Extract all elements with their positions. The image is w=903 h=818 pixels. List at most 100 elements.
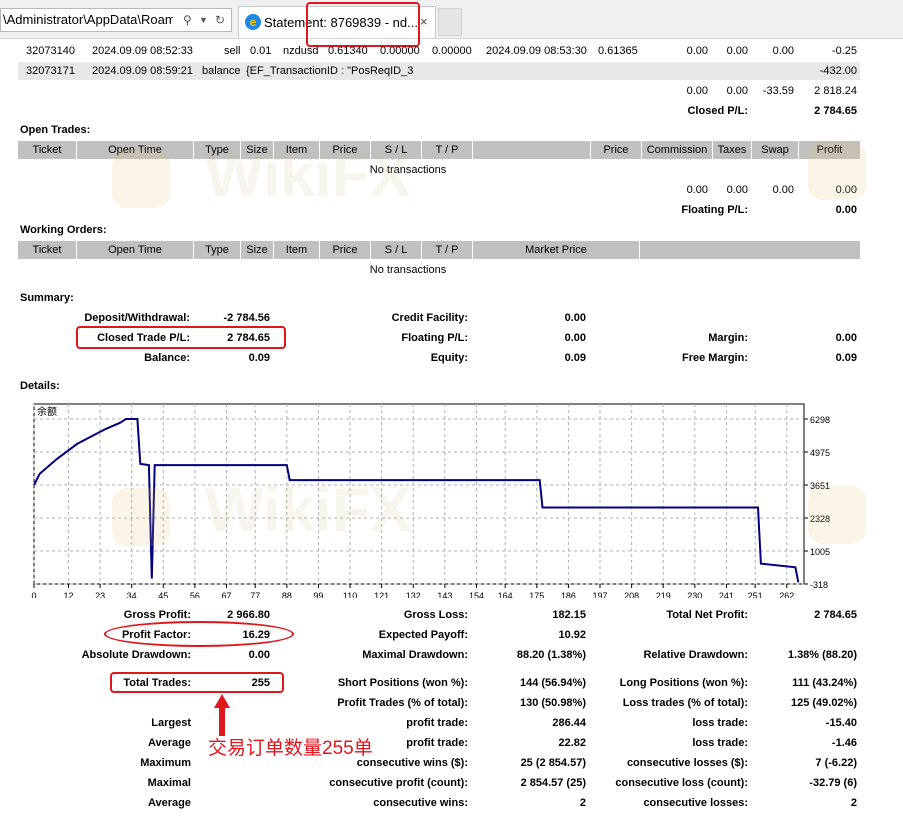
- y-tick-label: 1005: [810, 547, 830, 557]
- stat-value: 125 (49.02%): [790, 697, 857, 709]
- col-open-time: Open Time: [108, 144, 162, 156]
- x-tick-label: 241: [719, 591, 734, 598]
- x-tick-label: 197: [592, 591, 607, 598]
- cell-price: 0.61340: [328, 45, 368, 57]
- col-type: Type: [205, 144, 229, 156]
- stat-value: 182.15: [552, 609, 586, 621]
- stat-label: Maximum: [140, 757, 191, 769]
- x-tick-label: 77: [250, 591, 260, 598]
- dropdown-icon[interactable]: ▼: [199, 9, 208, 31]
- stat-label: Total Net Profit:: [666, 609, 748, 621]
- total-swap: -33.59: [762, 85, 794, 97]
- close-icon[interactable]: ×: [420, 14, 428, 29]
- cell-ticket: 32073140: [26, 45, 75, 57]
- x-tick-label: 0: [31, 591, 36, 598]
- cell-item: nzdusd: [283, 45, 319, 57]
- stats-row: Maximum consecutive wins ($): 25 (2 854.57…: [0, 754, 903, 772]
- refresh-icon[interactable]: ↻: [215, 9, 225, 31]
- x-tick-label: 132: [406, 591, 421, 598]
- summary-title: Summary:: [20, 292, 74, 304]
- arrow-up-icon: [214, 694, 230, 736]
- floating-pl-label: Floating P/L:: [681, 204, 748, 216]
- stat-value: [200, 714, 270, 732]
- stat-value: -1.46: [831, 737, 857, 749]
- free-margin-label: Free Margin:: [681, 352, 748, 364]
- x-tick-label: 34: [127, 591, 137, 598]
- stat-label: Long Positions (won %):: [619, 677, 748, 689]
- summary-row-1: Deposit/Withdrawal: -2 784.56 Credit Fac…: [0, 309, 903, 327]
- deposit-label: Deposit/Withdrawal:: [84, 312, 190, 324]
- stat-label: Average: [147, 797, 191, 809]
- x-tick-label: 175: [529, 591, 544, 598]
- equity-value: 0.09: [564, 352, 586, 364]
- stat-label: consecutive loss (count):: [615, 777, 748, 789]
- working-orders-empty: No transactions: [369, 264, 447, 276]
- search-icon[interactable]: ⚲: [183, 9, 192, 31]
- summary-row-3: Balance: 0.09 Equity: 0.09 Free Margin: …: [0, 349, 903, 367]
- col-ticket: Ticket: [32, 144, 62, 156]
- col-tp: T / P: [435, 244, 459, 256]
- cell-close-time: 2024.09.09 08:53:30: [486, 45, 587, 57]
- col-ticket: Ticket: [32, 244, 62, 256]
- open-floating-row: Floating P/L: 0.00: [18, 201, 860, 219]
- stat-label: Loss trades (% of total):: [622, 697, 748, 709]
- x-tick-label: 23: [95, 591, 105, 598]
- col-item: Item: [285, 244, 308, 256]
- stats-row: Average profit trade: 22.82 loss trade: -1.4…: [0, 734, 903, 752]
- new-tab-button[interactable]: [438, 8, 462, 36]
- stat-label: Expected Payoff:: [378, 629, 468, 641]
- total-profit: 0.00: [835, 184, 857, 196]
- cell-type: sell: [224, 45, 241, 57]
- credit-label: Credit Facility:: [391, 312, 468, 324]
- x-tick-label: 12: [63, 591, 73, 598]
- stat-value: [200, 694, 270, 712]
- cell-profit: -0.25: [831, 45, 857, 57]
- highlight-tab-title: [306, 2, 420, 47]
- col-profit: Profit: [816, 144, 843, 156]
- address-text: \Administrator\AppData\Roam: [3, 12, 173, 27]
- cell-comment: {EF_TransactionID : "PosReqID_3: [246, 65, 414, 77]
- cell-swap: 0.00: [772, 45, 794, 57]
- stat-value: 2 854.57 (25): [520, 777, 586, 789]
- stat-value: 1.38% (88.20): [787, 649, 857, 661]
- col-price: Price: [332, 144, 358, 156]
- stat-value: 0.00: [248, 649, 270, 661]
- stat-label: Profit Trades (% of total):: [337, 697, 468, 709]
- stats-row: Absolute Drawdown: 0.00 Maximal Drawdown: 8…: [0, 646, 903, 664]
- free-margin-value: 0.09: [835, 352, 857, 364]
- balance-chart: 6298 4975 3651 2328 1005 -318 0 12 23 34 45 56 67 77 8…: [31, 403, 830, 598]
- stat-label: [40, 694, 191, 712]
- stat-value: 2: [579, 797, 586, 809]
- closed-pl-value: 2 784.65: [814, 105, 857, 117]
- total-commission: 0.00: [686, 85, 708, 97]
- stat-label: consecutive wins:: [373, 797, 468, 809]
- cell-open-time: 2024.09.09 08:52:33: [92, 45, 193, 57]
- x-tick-label: 67: [221, 591, 231, 598]
- x-tick-label: 186: [561, 591, 576, 598]
- stat-label: consecutive losses:: [643, 797, 748, 809]
- deals-totals: 0.00 0.00 -33.59 2 818.24: [18, 82, 860, 100]
- x-tick-label: 262: [779, 591, 794, 598]
- col-taxes: Taxes: [717, 144, 747, 156]
- working-orders-title: Working Orders:: [20, 224, 107, 236]
- stat-label: [590, 626, 748, 644]
- floating-value: 0.00: [564, 332, 586, 344]
- closed-pl-row: Closed P/L: 2 784.65: [18, 102, 860, 120]
- stat-label: consecutive losses ($):: [626, 757, 748, 769]
- stat-label: Maximal: [147, 777, 191, 789]
- stat-value: 22.82: [558, 737, 586, 749]
- stat-label: Relative Drawdown:: [643, 649, 748, 661]
- annotation-text: 交易订单数量255单: [208, 738, 373, 759]
- x-tick-label: 230: [687, 591, 702, 598]
- address-bar[interactable]: \Administrator\AppData\Roam ⚲ ▼ ↻: [0, 8, 232, 32]
- stat-value: -15.40: [825, 717, 857, 729]
- x-tick-label: 121: [374, 591, 389, 598]
- stat-value: 111 (43.24%): [792, 677, 857, 689]
- x-tick-label: 45: [158, 591, 168, 598]
- y-tick-label: 4975: [810, 448, 830, 458]
- stat-value: 130 (50.98%): [519, 697, 586, 709]
- stat-value: [760, 626, 857, 644]
- total-taxes: 0.00: [726, 184, 748, 196]
- x-tick-label: 143: [437, 591, 452, 598]
- cell-type: balance: [202, 65, 241, 77]
